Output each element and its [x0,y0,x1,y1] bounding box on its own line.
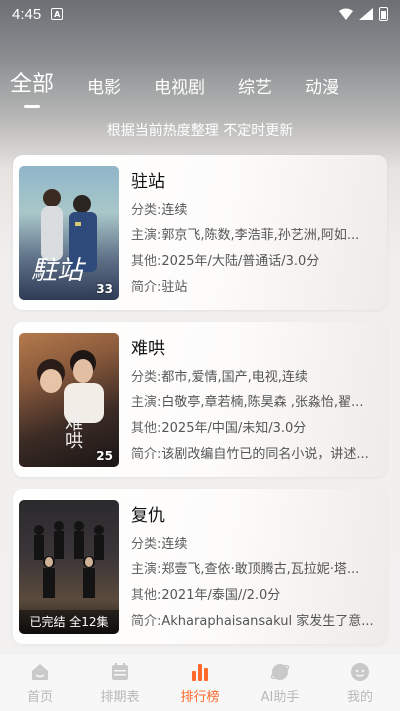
item-intro: 简介:Akharaphaisansakul 家发生了意... [131,610,376,629]
ranking-subtitle: 根据当前热度整理 不定时更新 [106,123,294,139]
item-cast: 主演:白敬亭,章若楠,陈昊森 ,张淼怡,翟... [131,391,376,410]
item-other: 其他:2021年/泰国//2.0分 [131,584,376,603]
app-notification-icon: A [51,8,64,20]
cast-label: 主演: [131,395,162,410]
cast-value: 郭京飞,陈数,李浩菲,孙艺洲,阿如... [161,228,360,243]
item-cast: 主演:郑壹飞,查依·敢顶腾古,瓦拉妮·塔... [131,558,376,577]
intro-label: 简介: [131,280,162,295]
tab-label: 电影 [87,78,122,98]
status-time: 4:45 [12,5,42,23]
ranking-icon [192,663,208,681]
intro-value: Akharaphaisansakul 家发生了意... [161,614,374,629]
poster-image: 难哄 25 [19,333,119,467]
cast-value: 白敬亭,章若楠,陈昊森 ,张淼怡,翟... [161,395,364,410]
other-value: 2025年/大陆/普通话/3.0分 [161,254,320,269]
nav-schedule[interactable]: 排期表 [85,661,155,705]
item-category: 分类:连续 [131,199,376,218]
active-tab-indicator [24,105,40,108]
profile-icon [351,662,369,681]
other-value: 2021年/泰国//2.0分 [161,588,281,603]
category-label: 分类: [131,537,162,552]
list-item[interactable]: 已完结 全12集 复仇 分类:连续 主演:郑壹飞,查依·敢顶腾古,瓦拉妮·塔..… [13,489,387,644]
item-intro: 简介:该剧改编自竹已的同名小说，讲述... [131,443,376,462]
item-title: 复仇 [131,506,165,526]
nav-label: 排期表 [100,689,140,705]
cast-label: 主演: [131,562,162,577]
battery-icon [379,7,388,21]
intro-label: 简介: [131,447,162,462]
calendar-icon [112,662,128,680]
tab-tv-series[interactable]: 电视剧 [154,73,205,108]
status-bar: 4:45 A [0,0,400,28]
intro-label: 简介: [131,614,162,629]
item-category: 分类:连续 [131,533,376,552]
bottom-navigation: 首页 排期表 排行榜 AI助手 我的 [0,653,400,711]
tab-label: 综艺 [238,78,273,98]
category-value: 都市,爱情,国产,电视,连续 [161,370,308,385]
home-icon [32,663,48,680]
other-value: 2025年/中国/未知/3.0分 [161,421,307,436]
signal-icon [359,8,373,20]
tab-label: 动漫 [305,78,340,98]
tab-movie[interactable]: 电影 [87,73,121,108]
item-other: 其他:2025年/大陆/普通话/3.0分 [131,250,376,269]
item-category: 分类:都市,爱情,国产,电视,连续 [131,366,376,385]
list-item[interactable]: 难哄 25 难哄 分类:都市,爱情,国产,电视,连续 主演:白敬亭,章若楠,陈昊… [13,322,387,477]
poster-badge: 已完结 全12集 [19,610,119,634]
tab-variety[interactable]: 综艺 [238,73,272,108]
category-tabs: 全部 电影 电视剧 综艺 动漫 [10,66,372,108]
other-label: 其他: [131,421,162,436]
other-label: 其他: [131,588,162,603]
category-label: 分类: [131,370,162,385]
category-value: 连续 [161,537,188,552]
category-value: 连续 [161,203,188,218]
intro-value: 该剧改编自竹已的同名小说，讲述... [161,447,369,462]
tab-anime[interactable]: 动漫 [305,73,339,108]
item-title: 驻站 [131,172,165,192]
item-intro: 简介:驻站 [131,276,376,295]
cast-value: 郑壹飞,查依·敢顶腾古,瓦拉妮·塔... [161,562,360,577]
list-item[interactable]: 駐站 33 驻站 分类:连续 主演:郭京飞,陈数,李浩菲,孙艺洲,阿如... 其… [13,155,387,310]
tab-label: 全部 [10,72,55,97]
intro-value: 驻站 [161,280,188,295]
nav-home[interactable]: 首页 [5,661,75,705]
poster-badge: 25 [96,449,113,463]
nav-label: 排行榜 [180,689,220,705]
poster-image: 駐站 33 [19,166,119,300]
nav-ai-assistant[interactable]: AI助手 [245,661,315,705]
poster-title-text: 难哄 [62,413,83,449]
poster-image: 已完结 全12集 [19,500,119,634]
nav-label: 首页 [26,689,53,705]
nav-profile[interactable]: 我的 [325,661,395,705]
tab-all[interactable]: 全部 [10,66,54,108]
nav-label: AI助手 [260,689,300,705]
poster-badge: 33 [96,282,113,296]
item-title: 难哄 [131,339,165,359]
category-label: 分类: [131,203,162,218]
wifi-icon [339,8,353,20]
other-label: 其他: [131,254,162,269]
item-cast: 主演:郭京飞,陈数,李浩菲,孙艺洲,阿如... [131,224,376,243]
nav-label: 我的 [346,689,373,705]
nav-ranking[interactable]: 排行榜 [165,661,235,705]
item-other: 其他:2025年/中国/未知/3.0分 [131,417,376,436]
ai-assistant-icon [270,663,290,680]
poster-title-text: 駐站 [31,256,84,286]
cast-label: 主演: [131,228,162,243]
tab-label: 电视剧 [154,78,206,98]
status-indicators [339,7,388,21]
